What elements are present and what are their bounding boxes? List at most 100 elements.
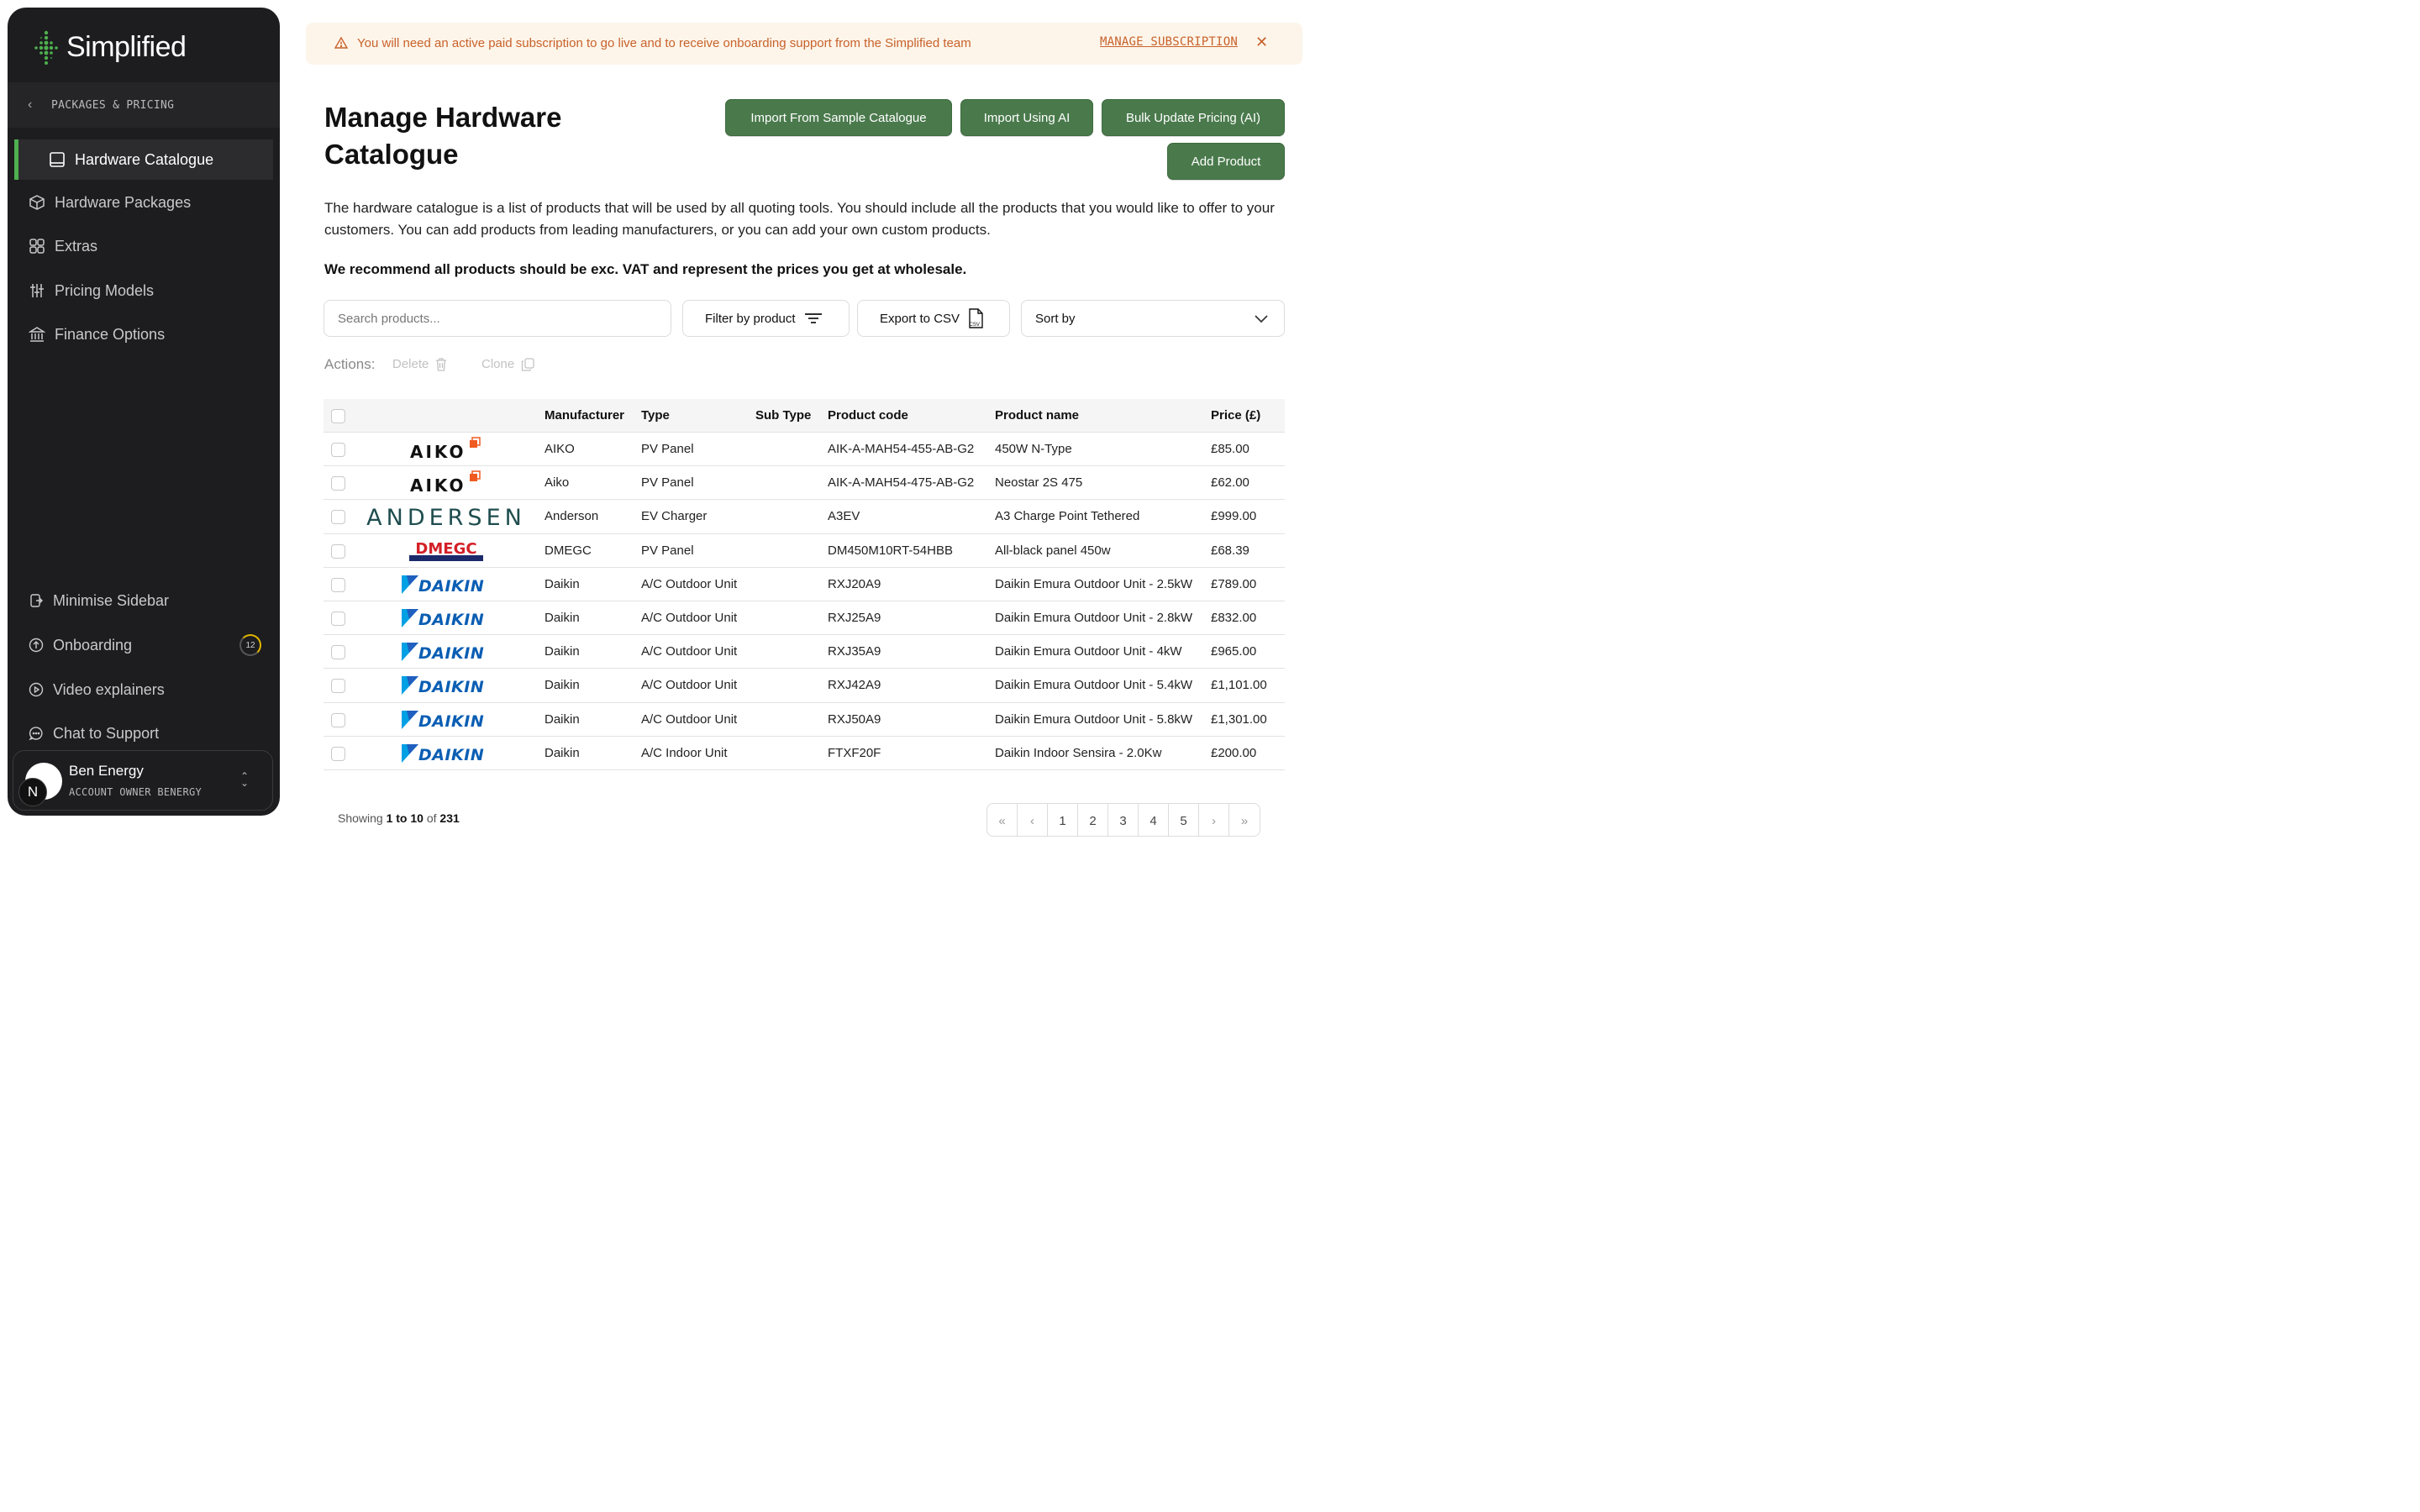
row-checkbox[interactable]: [331, 510, 345, 525]
row-checkbox[interactable]: [331, 746, 345, 761]
row-checkbox[interactable]: [331, 611, 345, 626]
bank-icon: [28, 325, 46, 344]
onboarding-progress-badge: 12: [239, 634, 261, 656]
sidebar-item-hardware-packages[interactable]: Hardware Packages: [14, 182, 280, 223]
cell-price: £85.00: [1211, 442, 1249, 456]
row-checkbox[interactable]: [331, 577, 345, 592]
daikin-logo: DAIKIN: [362, 670, 530, 701]
row-checkbox[interactable]: [331, 712, 345, 727]
box-icon: [28, 193, 46, 212]
cell-price: £68.39: [1211, 543, 1249, 558]
first-page-button[interactable]: «: [987, 804, 1018, 836]
user-role: ACCOUNT OWNER BENERGY: [69, 786, 203, 798]
filter-by-product-button[interactable]: Filter by product: [682, 300, 850, 337]
user-menu[interactable]: N Ben Energy ACCOUNT OWNER BENERGY ⌃ ⌄: [13, 750, 273, 811]
close-icon[interactable]: ✕: [1255, 34, 1268, 51]
showing-prefix: Showing: [338, 811, 383, 825]
svg-text:DMEGC: DMEGC: [415, 540, 476, 558]
cell-manufacturer: Anderson: [544, 509, 599, 524]
cell-price: £62.00: [1211, 475, 1249, 491]
export-csv-button[interactable]: Export to CSV CSV: [857, 300, 1010, 337]
next-page-button[interactable]: ›: [1199, 804, 1229, 836]
table-row[interactable]: DAIKIN Daikin A/C Outdoor Unit RXJ42A9 Daiki…: [324, 669, 1285, 703]
header-price[interactable]: Price (£): [1211, 408, 1260, 423]
brand-logo[interactable]: Simplified: [31, 28, 187, 66]
cell-price: £1,301.00: [1211, 711, 1267, 727]
sidebar-item-hardware-catalogue[interactable]: Hardware Catalogue: [14, 139, 273, 180]
table-row[interactable]: AIKO Aiko PV Panel AIK-A-MAH54-475-AB-G2 Neo…: [324, 466, 1285, 501]
sidebar-item-finance-options[interactable]: Finance Options: [14, 314, 280, 354]
delete-button[interactable]: Delete: [392, 357, 447, 371]
svg-text:DAIKIN: DAIKIN: [418, 746, 484, 764]
table-row[interactable]: DAIKIN Daikin A/C Indoor Unit FTXF20F Daikin…: [324, 737, 1285, 770]
sort-by-select[interactable]: Sort by: [1021, 300, 1285, 337]
brand-name: Simplified: [66, 30, 187, 63]
cell-product-code: AIK-A-MAH54-455-AB-G2: [828, 442, 975, 456]
page-3-button[interactable]: 3: [1108, 804, 1139, 836]
sort-label: Sort by: [1035, 311, 1076, 326]
prev-page-button[interactable]: ‹: [1018, 804, 1048, 836]
import-sample-catalogue-button[interactable]: Import From Sample Catalogue: [725, 99, 952, 136]
header-manufacturer[interactable]: Manufacturer: [544, 408, 624, 423]
catalogue-description: The hardware catalogue is a list of prod…: [324, 200, 1275, 238]
manage-subscription-link[interactable]: MANAGE SUBSCRIPTION: [1100, 35, 1238, 49]
page-4-button[interactable]: 4: [1139, 804, 1169, 836]
cell-manufacturer: Daikin: [544, 678, 580, 693]
cell-price: £999.00: [1211, 509, 1257, 524]
cell-product-name: A3 Charge Point Tethered: [995, 509, 1140, 524]
actions-label: Actions:: [324, 356, 376, 372]
row-checkbox[interactable]: [331, 443, 345, 457]
export-label: Export to CSV: [880, 311, 960, 326]
table-row[interactable]: DMEGC DMEGC PV Panel DM450M10RT-54HBB All-bl…: [324, 534, 1285, 568]
section-back-link[interactable]: ‹ PACKAGES & PRICING: [8, 82, 280, 128]
table-row[interactable]: AIKO AIKO PV Panel AIK-A-MAH54-455-AB-G2 450…: [324, 433, 1285, 467]
clone-button[interactable]: Clone: [481, 357, 534, 371]
search-input[interactable]: Search products...: [324, 300, 671, 337]
row-checkbox[interactable]: [331, 679, 345, 694]
play-circle-icon: [28, 681, 45, 698]
sidebar-item-label: Finance Options: [55, 325, 166, 343]
table-row[interactable]: DAIKIN Daikin A/C Outdoor Unit RXJ20A9 Daiki…: [324, 568, 1285, 601]
bulk-update-pricing-button[interactable]: Bulk Update Pricing (AI): [1102, 99, 1285, 136]
cell-product-code: RXJ25A9: [828, 610, 881, 625]
cell-manufacturer: AIKO: [544, 442, 575, 456]
onboarding-link[interactable]: Onboarding 12: [14, 627, 273, 664]
sidebar-item-pricing-models[interactable]: Pricing Models: [14, 270, 280, 311]
cell-manufacturer: Aiko: [544, 475, 570, 491]
row-checkbox[interactable]: [331, 476, 345, 491]
cell-type: PV Panel: [641, 475, 694, 491]
header-product-name[interactable]: Product name: [995, 408, 1079, 423]
header-sub-type[interactable]: Sub Type: [755, 408, 811, 423]
row-checkbox[interactable]: [331, 543, 345, 559]
chevron-down-icon: [1255, 315, 1268, 323]
header-product-code[interactable]: Product code: [828, 408, 908, 423]
bottom-item-label: Onboarding: [53, 636, 133, 654]
table-row[interactable]: DAIKIN Daikin A/C Outdoor Unit RXJ25A9 Daiki…: [324, 601, 1285, 636]
header-type[interactable]: Type: [641, 408, 670, 423]
last-page-button[interactable]: »: [1229, 804, 1260, 836]
sliders-icon: [28, 281, 46, 300]
page-5-button[interactable]: 5: [1169, 804, 1199, 836]
daikin-logo: DAIKIN: [362, 738, 530, 769]
sidebar-item-extras[interactable]: Extras: [14, 226, 280, 266]
grid-icon: [28, 237, 46, 255]
page-1-button[interactable]: 1: [1048, 804, 1078, 836]
svg-text:ANDERSEN: ANDERSEN: [366, 505, 526, 530]
sidebar-item-label: Pricing Models: [55, 281, 155, 299]
page-2-button[interactable]: 2: [1078, 804, 1108, 836]
aiko-logo: AIKO: [362, 434, 530, 465]
cell-product-name: Daikin Emura Outdoor Unit - 5.4kW: [995, 678, 1193, 693]
table-row[interactable]: DAIKIN Daikin A/C Outdoor Unit RXJ50A9 Daiki…: [324, 703, 1285, 737]
add-product-button[interactable]: Add Product: [1167, 143, 1285, 180]
cell-manufacturer: DMEGC: [544, 543, 592, 558]
chat-support-link[interactable]: Chat to Support: [14, 715, 273, 752]
showing-of: of: [426, 811, 437, 825]
video-explainers-link[interactable]: Video explainers: [14, 671, 273, 708]
import-using-ai-button[interactable]: Import Using AI: [960, 99, 1093, 136]
showing-total: 231: [439, 811, 460, 825]
row-checkbox[interactable]: [331, 645, 345, 660]
minimise-sidebar-button[interactable]: Minimise Sidebar: [14, 582, 273, 619]
table-row[interactable]: DAIKIN Daikin A/C Outdoor Unit RXJ35A9 Daiki…: [324, 635, 1285, 669]
table-row[interactable]: ANDERSEN Anderson EV Charger A3EV A3 Charge …: [324, 500, 1285, 534]
select-all-checkbox[interactable]: [331, 409, 345, 423]
